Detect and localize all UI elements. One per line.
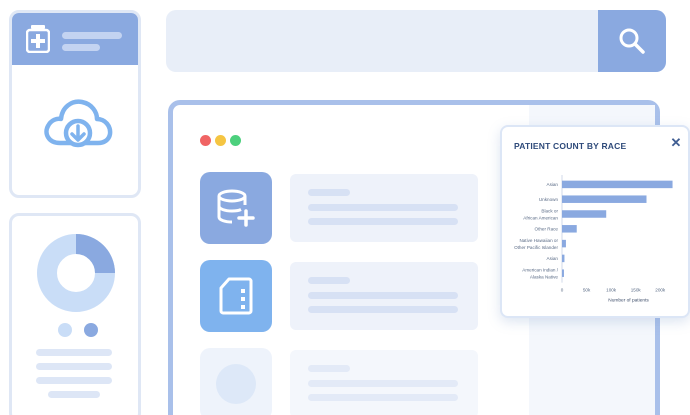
x-axis-label: Number of patients (608, 298, 649, 304)
tile-document[interactable] (200, 260, 272, 332)
x-tick-label: 0 (561, 288, 564, 293)
row-title-line (308, 365, 350, 372)
row-text-line (308, 394, 458, 401)
row-text-line (308, 204, 458, 211)
list-row[interactable] (290, 262, 478, 330)
chart-bar (562, 210, 607, 218)
pager-dot-active[interactable] (84, 323, 98, 337)
window-close-dot[interactable] (200, 135, 211, 146)
category-label: Asian (547, 256, 559, 261)
pager-dot[interactable] (58, 323, 72, 337)
tile-placeholder[interactable] (200, 348, 272, 415)
chart-bar (562, 195, 647, 203)
first-aid-kit-icon (26, 25, 50, 53)
chart-popup: PATIENT COUNT BY RACE ✕ Asian Unknown Blac… (500, 125, 690, 318)
stats-card (9, 213, 141, 415)
placeholder-line (48, 391, 100, 398)
category-label: Other Race (535, 227, 559, 232)
donut-chart-icon (37, 234, 115, 312)
header-placeholder-line (62, 32, 122, 39)
category-label: Alaska Native (530, 275, 559, 280)
category-label: Asian (547, 182, 559, 187)
search-icon (619, 28, 645, 54)
search-button[interactable] (598, 10, 666, 72)
category-label: Other Pacific Islander (514, 245, 558, 250)
category-label: American Indian / (522, 268, 558, 273)
x-tick-label: 50k (583, 288, 591, 293)
category-label: African American (523, 215, 558, 220)
placeholder-circle-icon (216, 364, 256, 404)
row-text-line (308, 218, 458, 225)
category-label: Native Hawaiian or (519, 238, 558, 243)
chart-bar (562, 225, 577, 233)
window-maximize-dot[interactable] (230, 135, 241, 146)
chart-bar (562, 239, 566, 248)
placeholder-line (36, 349, 112, 356)
search-input[interactable] (166, 10, 598, 72)
tile-database[interactable] (200, 172, 272, 244)
cloud-download-icon[interactable] (42, 93, 114, 153)
x-tick-label: 100k (606, 288, 617, 293)
medical-card (9, 10, 141, 198)
list-row[interactable] (290, 350, 478, 415)
x-tick-label: 200k (655, 288, 666, 293)
row-text-line (308, 380, 458, 387)
row-title-line (308, 277, 350, 284)
window-minimize-dot[interactable] (215, 135, 226, 146)
x-tick-label: 150k (631, 288, 642, 293)
category-label: Black or (541, 208, 558, 213)
chart-bar (562, 254, 565, 263)
medical-card-header (12, 13, 138, 65)
row-text-line (308, 292, 458, 299)
document-icon (219, 277, 253, 315)
header-placeholder-line (62, 44, 100, 51)
placeholder-line (36, 363, 112, 370)
chart-bar (562, 269, 564, 277)
bar-chart: Asian Unknown Black or African American Othe… (514, 175, 673, 304)
chart-bar (562, 180, 673, 189)
list-row[interactable] (290, 174, 478, 242)
database-add-icon (217, 189, 255, 227)
category-label: Unknown (539, 197, 559, 202)
search-bar (166, 10, 666, 72)
row-title-line (308, 189, 350, 196)
row-text-line (308, 306, 458, 313)
placeholder-line (36, 377, 112, 384)
